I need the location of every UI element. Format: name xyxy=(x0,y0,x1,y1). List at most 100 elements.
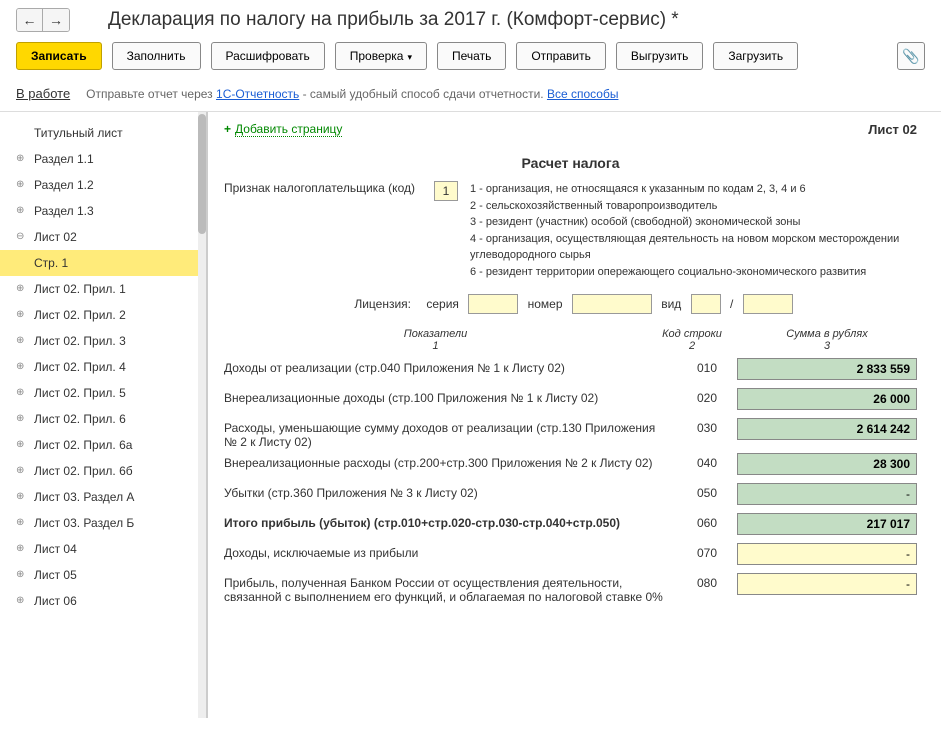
tree-item[interactable]: ⊕ Лист 02. Прил. 6б xyxy=(0,458,206,484)
expand-icon[interactable]: ⊕ xyxy=(16,595,26,605)
status-label[interactable]: В работе xyxy=(16,86,70,101)
save-button[interactable]: Записать xyxy=(16,42,102,70)
link-1c-report[interactable]: 1С-Отчетность xyxy=(216,87,299,101)
row-label: Доходы от реализации (стр.040 Приложения… xyxy=(224,358,677,375)
expand-icon[interactable]: ⊕ xyxy=(16,543,26,553)
tree-item[interactable]: ⊕Лист 02. Прил. 3 xyxy=(0,328,206,354)
license-row: Лицензия: серия номер вид / xyxy=(224,294,917,314)
check-button[interactable]: Проверка▾ xyxy=(335,42,427,70)
decode-button[interactable]: Расшифровать xyxy=(211,42,325,70)
sheet-title: Лист 02 xyxy=(868,122,917,137)
expand-icon[interactable]: ⊕ xyxy=(16,387,26,397)
table-header: Показатели1 Код строки2 Сумма в рублях3 xyxy=(224,328,917,352)
taxpayer-label: Признак налогоплательщика (код) xyxy=(224,181,434,195)
expand-icon[interactable]: ⊕ xyxy=(16,569,26,579)
download-button[interactable]: Загрузить xyxy=(713,42,798,70)
row-code: 060 xyxy=(677,513,737,530)
tree-item[interactable]: Стр. 1 xyxy=(0,250,206,276)
tree-item-label: Лист 02. Прил. 6 xyxy=(34,412,126,426)
back-button[interactable]: ← xyxy=(17,9,43,31)
tree-item-label: Раздел 1.1 xyxy=(34,152,94,166)
tree-item[interactable]: ⊕ Лист 02. Прил. 6 xyxy=(0,406,206,432)
row-value-input[interactable] xyxy=(737,573,917,595)
scrollbar[interactable] xyxy=(198,112,206,718)
link-all-methods[interactable]: Все способы xyxy=(547,87,619,101)
tree-item[interactable]: ⊕ Лист 02. Прил. 5 xyxy=(0,380,206,406)
tree-item-label: Лист 05 xyxy=(34,568,77,582)
section-title: Расчет налога xyxy=(224,155,917,171)
tree-item[interactable]: ⊕ Лист 06 xyxy=(0,588,206,614)
expand-icon[interactable]: ⊖ xyxy=(16,231,26,241)
chevron-down-icon: ▾ xyxy=(407,52,412,62)
tree-item-label: Лист 02. Прил. 4 xyxy=(34,360,126,374)
row-value-input[interactable] xyxy=(737,483,917,505)
expand-icon[interactable]: ⊕ xyxy=(16,179,26,189)
tree-item-label: Лист 02. Прил. 6а xyxy=(34,438,132,452)
row-value-input[interactable] xyxy=(737,453,917,475)
expand-icon[interactable]: ⊕ xyxy=(16,205,26,215)
table-row: Доходы от реализации (стр.040 Приложения… xyxy=(224,358,917,384)
plus-icon: + xyxy=(224,122,231,136)
expand-icon[interactable]: ⊕ xyxy=(16,309,26,319)
main-content: +Добавить страницу Лист 02 Расчет налога… xyxy=(208,112,941,718)
nav-arrows: ← → xyxy=(16,8,70,32)
tree-item[interactable]: ⊕Лист 03. Раздел Б xyxy=(0,510,206,536)
taxpayer-code-input[interactable]: 1 xyxy=(434,181,458,201)
row-code: 030 xyxy=(677,418,737,435)
upload-button[interactable]: Выгрузить xyxy=(616,42,704,70)
tree-item[interactable]: ⊕ Лист 05 xyxy=(0,562,206,588)
tree-item[interactable]: ⊕Раздел 1.3 xyxy=(0,198,206,224)
tree-item[interactable]: ⊕ Лист 02. Прил. 6а xyxy=(0,432,206,458)
expand-icon[interactable]: ⊕ xyxy=(16,361,26,371)
tree-item[interactable]: ⊕Лист 02. Прил. 2 xyxy=(0,302,206,328)
tree-item[interactable]: ⊕ Лист 02. Прил. 1 xyxy=(0,276,206,302)
expand-icon[interactable]: ⊕ xyxy=(16,491,26,501)
tree-item[interactable]: ⊕Лист 03. Раздел А xyxy=(0,484,206,510)
attach-button[interactable]: 📎 xyxy=(897,42,925,70)
tree-item[interactable]: ⊕Раздел 1.2 xyxy=(0,172,206,198)
add-page-link[interactable]: +Добавить страницу xyxy=(224,122,342,137)
tree-item-label: Лист 02. Прил. 1 xyxy=(34,282,126,296)
row-value-input[interactable] xyxy=(737,513,917,535)
scrollbar-thumb[interactable] xyxy=(198,114,206,234)
status-hint: Отправьте отчет через 1С-Отчетность - са… xyxy=(86,87,618,101)
tree-item-label: Лист 02. Прил. 6б xyxy=(34,464,133,478)
tree-item[interactable]: ⊕ Раздел 1.1 xyxy=(0,146,206,172)
tree-item-label: Лист 02. Прил. 5 xyxy=(34,386,126,400)
sidebar-tree: Титульный лист ⊕ Раздел 1.1 ⊕Раздел 1.2⊕Раз… xyxy=(0,112,208,718)
send-button[interactable]: Отправить xyxy=(516,42,606,70)
license-sub-input[interactable] xyxy=(743,294,793,314)
table-row: Внереализационные расходы (стр.200+стр.3… xyxy=(224,453,917,479)
row-code: 020 xyxy=(677,388,737,405)
tree-item[interactable]: ⊕ Лист 02. Прил. 4 xyxy=(0,354,206,380)
expand-icon[interactable]: ⊕ xyxy=(16,439,26,449)
license-serial-input[interactable] xyxy=(468,294,518,314)
tree-item[interactable]: ⊖ Лист 02 xyxy=(0,224,206,250)
table-row: Внереализационные доходы (стр.100 Прилож… xyxy=(224,388,917,414)
license-number-input[interactable] xyxy=(572,294,652,314)
row-value-input[interactable] xyxy=(737,358,917,380)
row-value-input[interactable] xyxy=(737,388,917,410)
tree-item-label: Лист 06 xyxy=(34,594,77,608)
tree-item-label: Лист 04 xyxy=(34,542,77,556)
forward-button[interactable]: → xyxy=(43,9,69,31)
tree-item-label: Лист 02 xyxy=(34,230,77,244)
row-code: 080 xyxy=(677,573,737,590)
taxpayer-desc: 1 - организация, не относящаяся к указан… xyxy=(470,181,917,280)
expand-icon[interactable]: ⊕ xyxy=(16,153,26,163)
row-value-input[interactable] xyxy=(737,418,917,440)
row-code: 050 xyxy=(677,483,737,500)
expand-icon[interactable]: ⊕ xyxy=(16,283,26,293)
tree-item[interactable]: Титульный лист xyxy=(0,120,206,146)
row-code: 040 xyxy=(677,453,737,470)
fill-button[interactable]: Заполнить xyxy=(112,42,201,70)
expand-icon[interactable]: ⊕ xyxy=(16,517,26,527)
tree-item[interactable]: ⊕ Лист 04 xyxy=(0,536,206,562)
expand-icon[interactable]: ⊕ xyxy=(16,465,26,475)
row-label: Доходы, исключаемые из прибыли xyxy=(224,543,677,560)
expand-icon[interactable]: ⊕ xyxy=(16,413,26,423)
row-value-input[interactable] xyxy=(737,543,917,565)
license-type-input[interactable] xyxy=(691,294,721,314)
expand-icon[interactable]: ⊕ xyxy=(16,335,26,345)
print-button[interactable]: Печать xyxy=(437,42,506,70)
